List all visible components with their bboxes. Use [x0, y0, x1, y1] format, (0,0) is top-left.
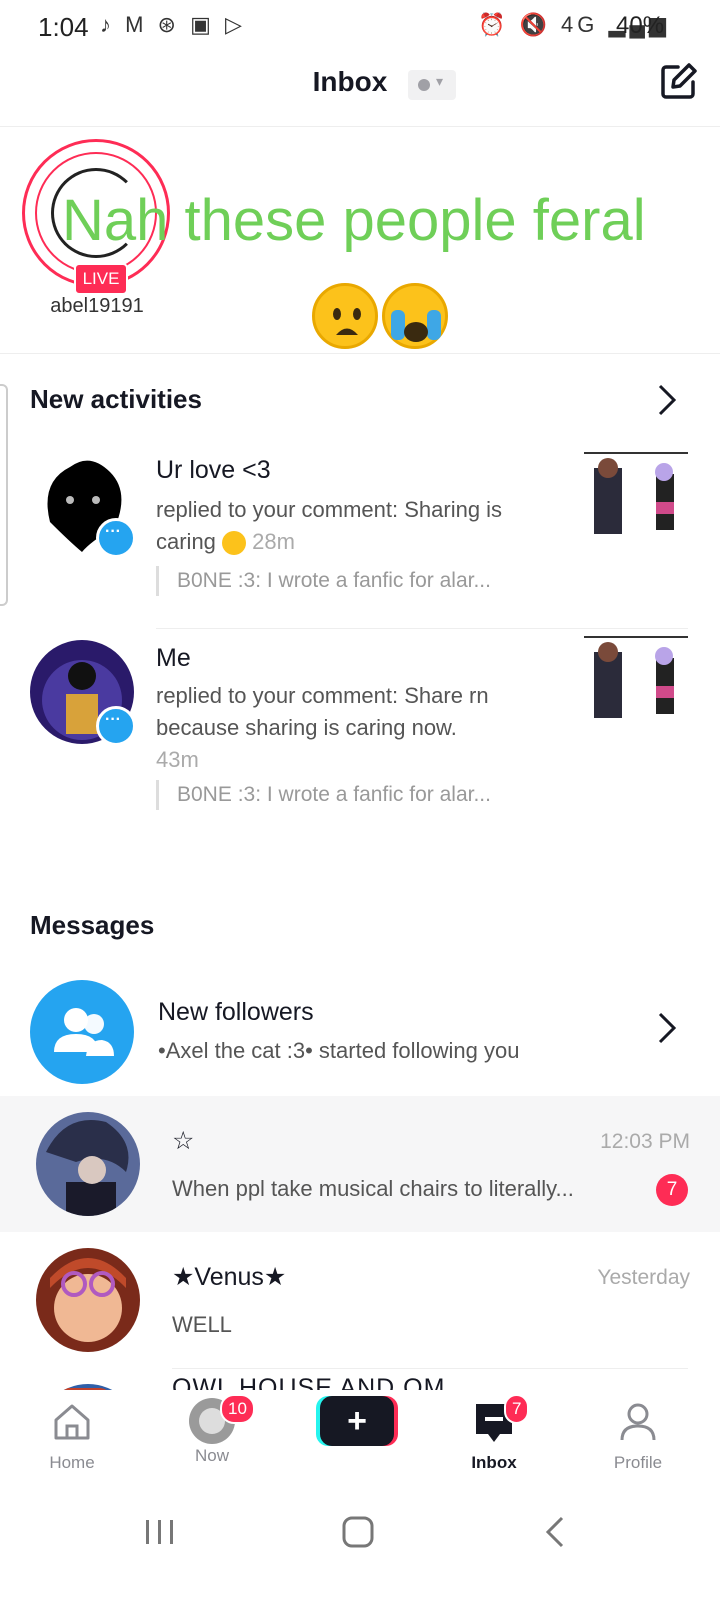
shushing-emoji-icon: [222, 531, 247, 556]
activity-time: 28m: [252, 529, 295, 554]
compose-message-button[interactable]: [658, 62, 698, 102]
nav-home-label: Home: [49, 1453, 95, 1472]
create-button[interactable]: +: [316, 1396, 398, 1450]
unread-count-badge: 7: [656, 1174, 688, 1206]
new-followers-row[interactable]: New followers •Axel the cat :3• started …: [0, 976, 720, 1090]
home-square-icon: [342, 1516, 374, 1548]
thread-name: ☆: [172, 1127, 195, 1155]
nav-now[interactable]: Now 10: [162, 1390, 262, 1466]
video-thumbnail[interactable]: [584, 452, 688, 554]
activity-item[interactable]: Ur love <3 replied to your comment: Shar…: [0, 452, 720, 616]
now-count-badge: 10: [220, 1394, 255, 1424]
nav-inbox[interactable]: Inbox 7: [444, 1390, 544, 1473]
activity-user-name[interactable]: Me: [156, 644, 191, 673]
live-username[interactable]: abel19191: [30, 295, 164, 318]
chevron-right-icon: [658, 1012, 677, 1044]
nav-home[interactable]: Home: [22, 1390, 122, 1473]
recent-apps-button[interactable]: [140, 1512, 180, 1552]
notification-icons: ♪ M ⊛ ▣ ▷: [100, 12, 246, 37]
new-followers-title: New followers: [158, 998, 314, 1026]
thread-time: Yesterday: [597, 1266, 690, 1289]
crying-face-icon: [382, 283, 448, 349]
edit-icon: [661, 63, 697, 99]
nav-profile[interactable]: Profile: [588, 1390, 688, 1473]
thread-time: 12:03 PM: [600, 1130, 690, 1153]
overlay-caption: Nah these people feral: [62, 188, 646, 253]
worried-face-icon: [312, 283, 378, 349]
bottom-navigation: Home Now 10 + Inbox 7 Profile: [0, 1390, 720, 1494]
page-title: Inbox: [312, 66, 388, 97]
divider: [156, 628, 688, 629]
followers-icon: [30, 980, 134, 1084]
system-navigation: [0, 1494, 720, 1600]
back-icon: [545, 1516, 564, 1548]
status-dot-icon: [418, 79, 430, 91]
avatar[interactable]: [36, 1112, 140, 1216]
message-thread[interactable]: ☆ 12:03 PM When ppl take musical chairs …: [0, 1096, 720, 1232]
thread-name: OWL HOUSE AND OM: [172, 1374, 446, 1390]
plus-icon: +: [320, 1396, 394, 1446]
home-icon: [54, 1404, 90, 1440]
online-status-toggle[interactable]: ▾: [408, 70, 456, 100]
activity-quote: B0NE :3: I wrote a fanfic for alar...: [156, 566, 491, 596]
activity-quote: B0NE :3: I wrote a fanfic for alar...: [156, 780, 491, 810]
profile-icon: [620, 1403, 656, 1441]
nav-profile-label: Profile: [613, 1453, 663, 1472]
activity-time: 43m: [156, 747, 199, 772]
message-thread[interactable]: ★Venus★ Yesterday WELL: [0, 1232, 720, 1368]
new-followers-subtitle: •Axel the cat :3• started following you: [158, 1038, 520, 1063]
new-activities-open-button[interactable]: [648, 380, 688, 420]
inbox-header: Inbox ▾: [0, 52, 720, 127]
nav-now-label: Now: [194, 1446, 229, 1465]
activity-item[interactable]: Me replied to your comment: Share rn bec…: [0, 636, 720, 830]
nav-inbox-label: Inbox: [471, 1453, 517, 1472]
live-badge: LIVE: [74, 263, 128, 295]
back-system-button[interactable]: [536, 1512, 576, 1552]
new-followers-chevron: [648, 1008, 688, 1048]
messages-title: Messages: [30, 910, 155, 940]
thread-name: ★Venus★: [172, 1263, 287, 1291]
inbox-count-badge: 7: [504, 1394, 530, 1424]
message-thread[interactable]: OWL HOUSE AND OM: [0, 1368, 720, 1390]
status-bar: 1:04 ♪ M ⊛ ▣ ▷ ⏰ 🔇 4G ▂▄▆ 40%: [0, 0, 720, 52]
activity-text: replied to your comment: Sharing is cari…: [156, 497, 503, 556]
home-system-button[interactable]: [338, 1512, 378, 1552]
video-thumbnail[interactable]: [584, 636, 688, 738]
thread-preview: When ppl take musical chairs to literall…: [172, 1176, 574, 1201]
chevron-right-icon: [658, 384, 677, 416]
recent-apps-icon: [146, 1520, 173, 1544]
thread-preview: WELL: [172, 1312, 232, 1337]
comment-badge-icon: [96, 706, 136, 746]
battery-level: 40%: [616, 12, 665, 39]
avatar[interactable]: [36, 1248, 140, 1352]
activity-user-name[interactable]: Ur love <3: [156, 456, 271, 485]
status-time: 1:04: [38, 12, 89, 42]
new-activities-title: New activities: [30, 384, 202, 414]
activity-text: replied to your comment: Share rn becaus…: [156, 683, 489, 772]
live-row: LIVE abel19191 Nah these people feral: [0, 127, 720, 354]
chevron-down-icon: ▾: [436, 73, 444, 89]
comment-badge-icon: [96, 518, 136, 558]
